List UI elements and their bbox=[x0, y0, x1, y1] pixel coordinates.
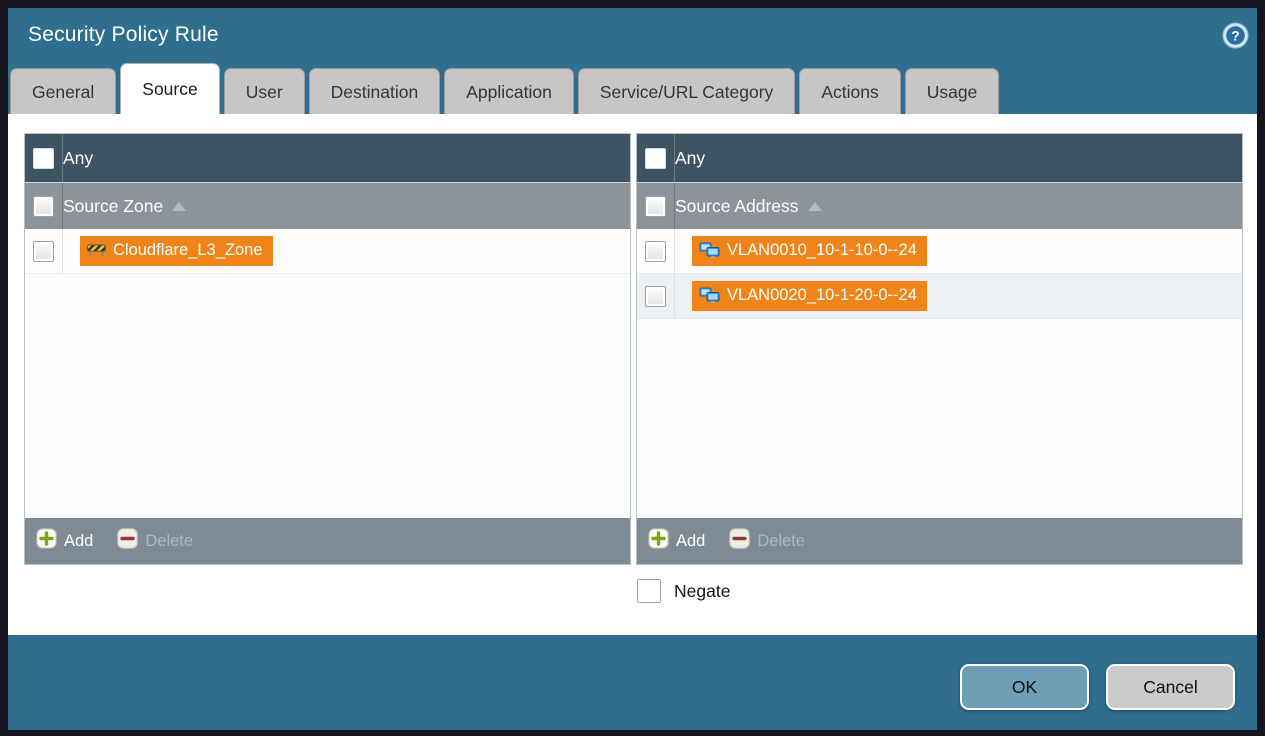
source-zone-column-header: Source Zone bbox=[25, 182, 630, 229]
add-address-button[interactable]: Add bbox=[648, 528, 705, 554]
source-address-toolbar: Add Delete bbox=[637, 518, 1242, 564]
svg-text:?: ? bbox=[1231, 28, 1239, 43]
add-label: Add bbox=[64, 531, 94, 550]
tab-destination[interactable]: Destination bbox=[308, 68, 441, 114]
source-address-column-label[interactable]: Source Address bbox=[675, 196, 799, 217]
add-icon bbox=[36, 528, 57, 554]
cancel-button[interactable]: Cancel bbox=[1106, 664, 1235, 710]
address-object-label: VLAN0020_10-1-20-0--24 bbox=[727, 285, 917, 304]
source-zone-any-checkbox[interactable] bbox=[33, 147, 54, 169]
add-zone-button[interactable]: Add bbox=[36, 528, 93, 554]
source-zone-any-bar: Any bbox=[25, 134, 630, 182]
dialog-title: Security Policy Rule bbox=[28, 23, 219, 46]
zone-object-label: Cloudflare_L3_Zone bbox=[113, 240, 263, 259]
delete-zone-button[interactable]: Delete bbox=[117, 528, 193, 554]
tab-source[interactable]: Source bbox=[120, 63, 220, 114]
tab-user[interactable]: User bbox=[223, 68, 305, 114]
zone-icon bbox=[87, 243, 106, 257]
add-icon bbox=[648, 528, 669, 554]
address-row-checkbox[interactable] bbox=[645, 240, 666, 262]
tab-actions[interactable]: Actions bbox=[799, 68, 901, 114]
source-address-any-label: Any bbox=[675, 147, 706, 168]
address-icon bbox=[699, 242, 720, 259]
tab-general[interactable]: General bbox=[10, 68, 117, 114]
delete-icon bbox=[117, 528, 139, 554]
address-icon bbox=[699, 287, 720, 304]
delete-label: Delete bbox=[145, 531, 194, 550]
address-object-label: VLAN0010_10-1-10-0--24 bbox=[727, 240, 917, 259]
source-zone-column-label[interactable]: Source Zone bbox=[63, 196, 163, 217]
source-address-any-checkbox[interactable] bbox=[645, 147, 666, 169]
table-row: VLAN0010_10-1-10-0--24 bbox=[637, 229, 1242, 274]
negate-checkbox[interactable] bbox=[637, 579, 661, 603]
source-zone-list: Cloudflare_L3_Zone bbox=[25, 229, 630, 518]
delete-label: Delete bbox=[757, 531, 806, 550]
zone-object-chip[interactable]: Cloudflare_L3_Zone bbox=[80, 235, 273, 267]
source-zone-panel: Any Source Zone Cloudflare_L3_Zone Add D… bbox=[24, 133, 631, 565]
tab-service-url-category[interactable]: Service/URL Category bbox=[577, 68, 796, 114]
tab-application[interactable]: Application bbox=[444, 68, 574, 114]
table-row: Cloudflare_L3_Zone bbox=[25, 229, 630, 274]
title-bar: Security Policy Rule ? bbox=[8, 8, 1257, 62]
address-row-checkbox[interactable] bbox=[645, 285, 666, 307]
source-zone-any-label: Any bbox=[63, 147, 94, 168]
negate-row: Negate bbox=[637, 579, 1243, 603]
security-policy-rule-dialog: Security Policy Rule ? General Source Us… bbox=[8, 8, 1257, 730]
source-address-any-bar: Any bbox=[637, 134, 1242, 182]
address-object-chip[interactable]: VLAN0020_10-1-20-0--24 bbox=[692, 280, 927, 312]
source-address-panel: Any Source Address VLAN0010_10-1-10-0--2… bbox=[636, 133, 1243, 565]
dialog-footer: OK Cancel bbox=[8, 635, 1257, 730]
delete-address-button[interactable]: Delete bbox=[729, 528, 805, 554]
address-object-chip[interactable]: VLAN0010_10-1-10-0--24 bbox=[692, 235, 927, 267]
sort-ascending-icon[interactable] bbox=[807, 201, 822, 211]
source-zone-toolbar: Add Delete bbox=[25, 518, 630, 564]
negate-label: Negate bbox=[674, 580, 731, 601]
tab-usage[interactable]: Usage bbox=[904, 68, 1000, 114]
source-address-column-header: Source Address bbox=[637, 182, 1242, 229]
tab-strip: General Source User Destination Applicat… bbox=[8, 62, 1257, 114]
source-address-list: VLAN0010_10-1-10-0--24 VLAN0020_10-1-20-… bbox=[637, 229, 1242, 518]
ok-button[interactable]: OK bbox=[960, 664, 1089, 710]
source-zone-select-all-checkbox[interactable] bbox=[33, 195, 54, 217]
add-label: Add bbox=[676, 531, 706, 550]
source-address-select-all-checkbox[interactable] bbox=[645, 195, 666, 217]
delete-icon bbox=[729, 528, 751, 554]
help-icon[interactable]: ? bbox=[1222, 21, 1249, 49]
sort-ascending-icon[interactable] bbox=[172, 201, 187, 211]
table-row: VLAN0020_10-1-20-0--24 bbox=[637, 274, 1242, 319]
zone-row-checkbox[interactable] bbox=[33, 240, 54, 262]
source-tab-content: Any Source Zone Cloudflare_L3_Zone Add D… bbox=[8, 114, 1257, 635]
